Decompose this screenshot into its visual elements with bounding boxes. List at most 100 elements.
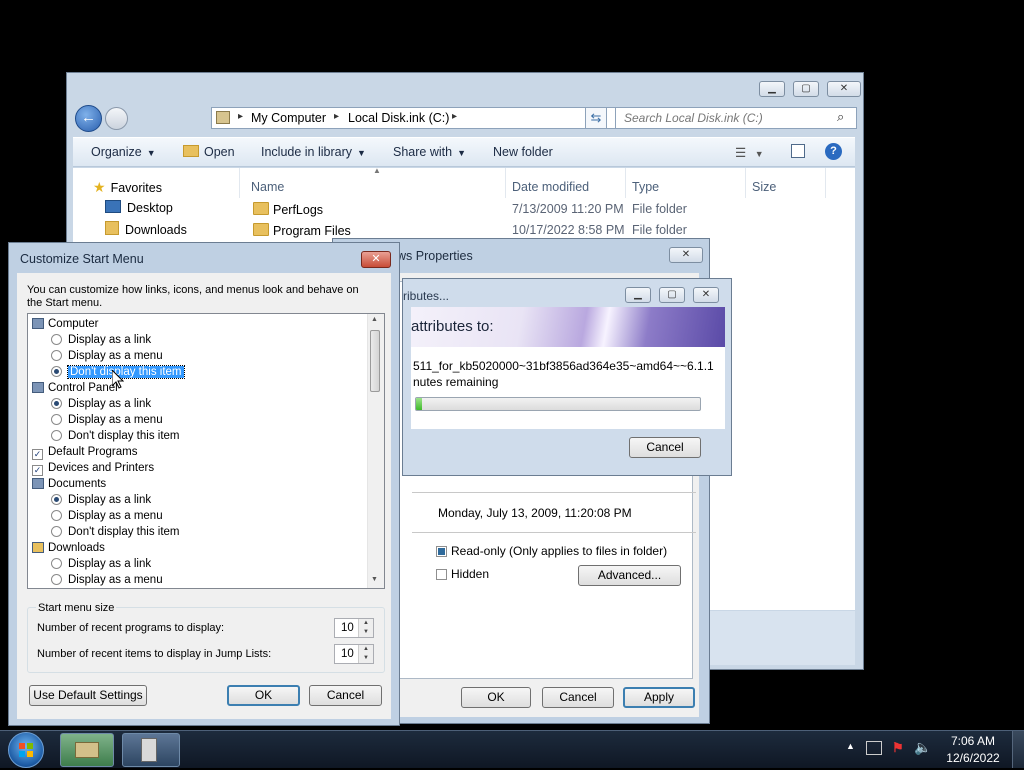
organize-button[interactable]: Organize ▼ <box>91 145 156 159</box>
dialog-description: You can customize how links, icons, and … <box>27 284 359 309</box>
stepper-arrows-icon[interactable]: ▲ ▼ <box>358 619 373 637</box>
breadcrumb-local-disk[interactable]: Local Disk.ink (C:) <box>348 111 449 125</box>
close-button[interactable]: ✕ <box>693 287 719 303</box>
open-label: Open <box>204 145 235 159</box>
start-button[interactable] <box>8 732 44 768</box>
search-input[interactable]: Search Local Disk.ink (C:) <box>615 107 857 129</box>
scrollbar[interactable]: ▲ ▼ <box>367 314 384 588</box>
help-icon[interactable]: ? <box>825 143 842 160</box>
use-default-settings-button[interactable]: Use Default Settings <box>29 685 147 706</box>
include-in-library-button[interactable]: Include in library ▼ <box>261 145 366 159</box>
search-icon[interactable]: ⌕ <box>837 109 844 125</box>
breadcrumb-my-computer[interactable]: My Computer <box>251 111 326 125</box>
applying-attributes-dialog: ributes... ▁ ▢ ✕ attributes to: 511_for_… <box>402 278 732 476</box>
radio-button[interactable] <box>51 398 62 409</box>
table-row[interactable]: PerfLogs 7/13/2009 11:20 PM File folder <box>253 201 813 221</box>
organize-label: Organize <box>91 145 142 159</box>
cancel-button[interactable]: Cancel <box>542 687 614 708</box>
star-icon: ★ <box>93 179 106 195</box>
views-icon[interactable]: ☰ ▼ <box>735 145 764 160</box>
recent-programs-stepper[interactable]: 10 ▲ ▼ <box>334 618 374 638</box>
option-category[interactable]: Downloads <box>32 540 105 556</box>
refresh-icon[interactable]: ⇆ <box>585 107 607 129</box>
option-radio[interactable]: Display as a menu <box>51 348 163 364</box>
open-button[interactable]: Open <box>183 145 235 159</box>
option-radio[interactable]: Don't display this item <box>51 524 180 540</box>
nav-downloads-label: Downloads <box>125 223 187 237</box>
file-name: Program Files <box>273 224 351 238</box>
radio-button[interactable] <box>51 526 62 537</box>
radio-button[interactable] <box>51 350 62 361</box>
radio-button[interactable] <box>51 366 62 377</box>
forward-button[interactable] <box>105 107 128 130</box>
scroll-down-icon[interactable]: ▼ <box>371 576 378 583</box>
hidden-checkbox[interactable] <box>436 569 447 580</box>
option-radio[interactable]: Display as a menu <box>51 412 163 428</box>
progress-heading: attributes to: <box>411 318 494 335</box>
option-radio[interactable]: Display as a link <box>51 396 151 412</box>
dialog-title: Customize Start Menu <box>20 252 144 266</box>
option-radio[interactable]: Don't display this item <box>51 428 180 444</box>
option-radio[interactable]: Display as a menu <box>51 572 163 588</box>
cancel-button[interactable]: Cancel <box>309 685 382 706</box>
start-menu-size-group: Start menu size Number of recent program… <box>27 602 385 673</box>
show-hidden-icons-icon[interactable]: ▲ <box>846 741 855 751</box>
network-icon[interactable] <box>866 741 882 755</box>
maximize-button[interactable]: ▢ <box>793 81 819 97</box>
show-desktop-button[interactable] <box>1012 731 1024 768</box>
option-category[interactable]: Control Panel <box>32 380 118 396</box>
apply-button[interactable]: Apply <box>623 687 695 708</box>
radio-button[interactable] <box>51 414 62 425</box>
preview-pane-icon[interactable] <box>791 144 805 158</box>
column-name[interactable]: Name <box>251 180 284 194</box>
address-bar[interactable]: ▸ My Computer ▸ Local Disk.ink (C:) ▸ ▼ <box>211 107 647 129</box>
column-type[interactable]: Type <box>632 180 659 194</box>
taskbar-explorer-button[interactable] <box>60 733 114 767</box>
taskbar-server-button[interactable] <box>122 733 180 767</box>
option-radio[interactable]: Display as a link <box>51 332 151 348</box>
advanced-button[interactable]: Advanced... <box>578 565 681 586</box>
close-button[interactable]: ✕ <box>827 81 861 97</box>
cancel-button[interactable]: Cancel <box>629 437 701 458</box>
ok-button[interactable]: OK <box>227 685 300 706</box>
option-category[interactable]: Computer <box>32 316 99 332</box>
checkbox[interactable]: ✓ <box>32 465 43 476</box>
scrollbar-thumb[interactable] <box>370 330 380 392</box>
share-with-button[interactable]: Share with ▼ <box>393 145 466 159</box>
back-button[interactable]: ← <box>75 105 102 132</box>
maximize-button[interactable]: ▢ <box>659 287 685 303</box>
close-button[interactable]: ✕ <box>669 247 703 263</box>
minimize-button[interactable]: ▁ <box>625 287 651 303</box>
option-radio[interactable]: Display as a link <box>51 492 151 508</box>
option-checkbox[interactable]: ✓ Devices and Printers <box>32 460 154 476</box>
option-category[interactable]: Documents <box>32 476 106 492</box>
radio-button[interactable] <box>51 574 62 585</box>
radio-button[interactable] <box>51 510 62 521</box>
volume-icon[interactable]: 🔈 <box>914 739 931 756</box>
radio-button[interactable] <box>51 558 62 569</box>
radio-button[interactable] <box>51 334 62 345</box>
recent-items-stepper[interactable]: 10 ▲ ▼ <box>334 644 374 664</box>
action-center-icon[interactable]: ⚑ <box>892 740 904 756</box>
option-checkbox[interactable]: ✓ Default Programs <box>32 444 137 460</box>
column-size[interactable]: Size <box>752 180 776 194</box>
nav-favorites[interactable]: ★ Favorites <box>93 179 162 196</box>
radio-button[interactable] <box>51 430 62 441</box>
readonly-checkbox[interactable] <box>436 546 447 557</box>
nav-desktop[interactable]: Desktop <box>105 200 173 215</box>
start-menu-options-list[interactable]: Computer Display as a link Display as a me… <box>27 313 385 589</box>
close-button[interactable]: ✕ <box>361 251 391 268</box>
option-radio[interactable]: Display as a menu <box>51 508 163 524</box>
clock-date[interactable]: 12/6/2022 <box>942 751 1004 765</box>
minimize-button[interactable]: ▁ <box>759 81 785 97</box>
scroll-up-icon[interactable]: ▲ <box>371 316 378 323</box>
stepper-arrows-icon[interactable]: ▲ ▼ <box>358 645 373 663</box>
clock-time[interactable]: 7:06 AM <box>942 734 1004 748</box>
new-folder-button[interactable]: New folder <box>493 145 553 159</box>
checkbox[interactable]: ✓ <box>32 449 43 460</box>
nav-downloads[interactable]: Downloads <box>105 221 187 237</box>
option-radio[interactable]: Display as a link <box>51 556 151 572</box>
column-date-modified[interactable]: Date modified <box>512 180 589 194</box>
radio-button[interactable] <box>51 494 62 505</box>
ok-button[interactable]: OK <box>461 687 531 708</box>
